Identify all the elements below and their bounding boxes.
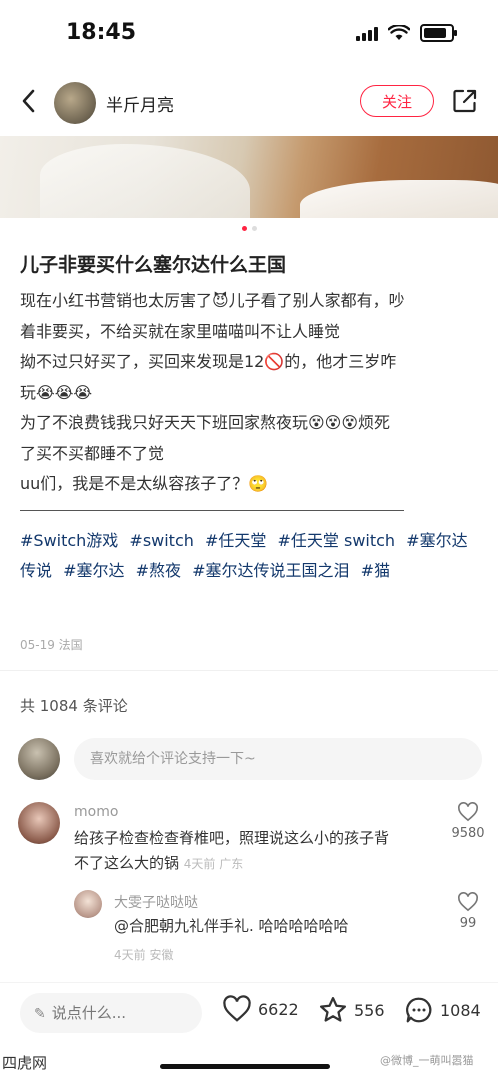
hashtag-link[interactable]: #塞尔达传说王国之泪 (192, 561, 349, 580)
post-title: 儿子非要买什么塞尔达什么王国 (20, 254, 287, 276)
comment-count: 共 1084 条评论 (20, 697, 128, 715)
image-pager-dots (0, 226, 498, 231)
comment-meta: 4天前 广东 (183, 857, 244, 871)
follow-button[interactable]: 关注 (360, 85, 434, 117)
comment-like-button[interactable]: 9580 (443, 802, 493, 841)
my-avatar (18, 738, 60, 780)
cellular-signal-icon (356, 25, 378, 41)
pager-dot-2 (251, 226, 257, 231)
favorite-button[interactable]: 556 (318, 995, 385, 1025)
like-button[interactable]: 6622 (222, 995, 299, 1023)
bottom-action-bar: ✎ 说点什么... 6622 556 1084 (0, 982, 498, 1043)
comment-line-2: 不了这么大的锅 (74, 854, 180, 872)
post-image[interactable] (0, 136, 498, 218)
nav-bar: 半斤月亮 关注 (0, 74, 498, 130)
reply-like-button[interactable]: 99 (443, 892, 493, 931)
favorite-count: 556 (354, 1000, 385, 1020)
heart-outline-icon (458, 892, 478, 912)
body-line: 拗不过只好买了，买回来发现是12🚫的，他才三岁咋 (20, 352, 397, 371)
image-blanket (40, 144, 250, 218)
hashtag-link[interactable]: #塞尔达 (63, 561, 124, 580)
share-button[interactable] (452, 88, 478, 114)
like-count: 6622 (258, 999, 299, 1019)
comment-total: 1084 (440, 1000, 481, 1020)
body-line: 了买不买都睡不了觉 (20, 443, 165, 463)
author-avatar[interactable] (54, 82, 96, 124)
pencil-icon: ✎ (34, 1006, 46, 1022)
hashtag-list: #Switch游戏 #switch #任天堂 #任天堂 switch #塞尔达传… (20, 526, 482, 586)
wifi-icon (388, 25, 410, 40)
post-body: 现在小红书营销也太厉害了😈儿子看了别人家都有，吵 着非要买，不给买就在家里喵喵叫… (20, 286, 482, 500)
reply-avatar[interactable] (74, 890, 102, 918)
post-date-location: 05-19 法国 (20, 638, 83, 652)
hashtag-link[interactable]: #任天堂 (205, 531, 266, 550)
comment-like-count: 9580 (451, 826, 485, 841)
comment-line: 不了这么大的锅 4天前 广东 (74, 851, 444, 877)
comment-line: 给孩子检查检查脊椎吧，照理说这么小的孩子背 (74, 829, 390, 847)
reply-meta: 4天前 安徽 (114, 948, 174, 962)
battery-level (424, 28, 446, 38)
reply-text: @合肥朝九礼伴手礼. 哈哈哈哈哈哈 (114, 917, 349, 935)
watermark-right: @微博_一萌叫嚣猫 (380, 1054, 474, 1067)
watermark-left: 四虎网 (2, 1054, 48, 1072)
hashtag-link[interactable]: #switch (129, 531, 193, 550)
commenter-name[interactable]: momo (74, 804, 118, 820)
say-something-input[interactable]: ✎ 说点什么... (20, 993, 202, 1033)
status-time: 18:45 (66, 20, 137, 45)
body-line: uu们，我是不是太纵容孩子了？🙄 (20, 474, 269, 493)
text-divider (20, 510, 404, 511)
home-indicator (160, 1064, 330, 1069)
body-line: 玩😭😭😭 (20, 382, 93, 402)
status-icons (356, 24, 457, 42)
hashtag-link[interactable]: #Switch游戏 (20, 531, 118, 550)
body-line: 现在小红书营销也太厉害了😈儿子看了别人家都有，吵 (20, 291, 405, 310)
status-bar: 18:45 (0, 0, 498, 66)
battery-icon (420, 24, 457, 42)
author-name[interactable]: 半斤月亮 (106, 91, 174, 116)
reply-user-name[interactable]: 大雯子哒哒哒 (114, 892, 198, 912)
say-placeholder: 说点什么... (51, 1004, 127, 1022)
body-line: 着非要买，不给买就在家里喵喵叫不让人睡觉 (20, 321, 341, 341)
comment-input[interactable]: 喜欢就给个评论支持一下~ (74, 738, 482, 780)
section-divider (0, 670, 498, 671)
image-sheet (300, 180, 498, 218)
star-outline-icon (320, 997, 346, 1022)
hashtag-link[interactable]: #猫 (361, 561, 390, 580)
pager-dot-1 (241, 226, 247, 231)
comment-bubble-icon (406, 997, 432, 1023)
chevron-left-icon (22, 89, 35, 113)
reply-like-count: 99 (459, 916, 477, 931)
hashtag-link[interactable]: #熬夜 (136, 561, 181, 580)
comment-button[interactable]: 1084 (404, 995, 481, 1025)
body-line: 为了不浪费钱我只好天天下班回家熬夜玩😵😵😵烦死 (20, 413, 391, 432)
back-button[interactable] (16, 86, 46, 116)
commenter-avatar[interactable] (18, 802, 60, 844)
share-icon (453, 89, 477, 113)
heart-outline-icon (458, 802, 478, 822)
comment-text: 给孩子检查检查脊椎吧，照理说这么小的孩子背 不了这么大的锅 4天前 广东 (74, 826, 444, 877)
heart-outline-icon (223, 995, 251, 1022)
hashtag-link[interactable]: #任天堂 switch (278, 531, 396, 550)
